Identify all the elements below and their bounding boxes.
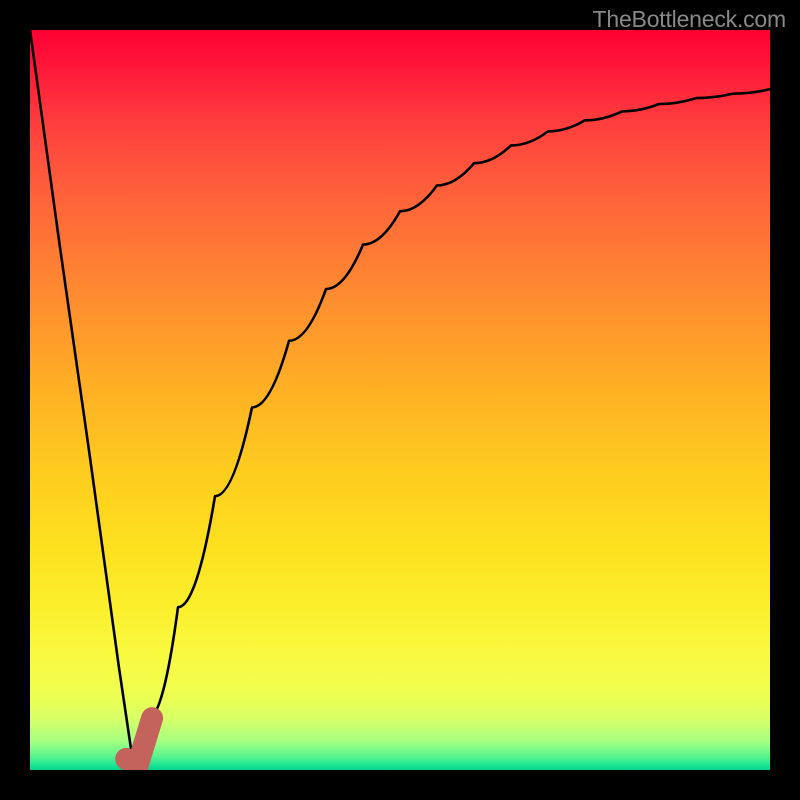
plot-area — [30, 30, 770, 770]
watermark-text: TheBottleneck.com — [593, 6, 786, 33]
curve-svg — [30, 30, 770, 770]
chart-container: TheBottleneck.com — [0, 0, 800, 800]
bottleneck-curve — [30, 30, 770, 766]
